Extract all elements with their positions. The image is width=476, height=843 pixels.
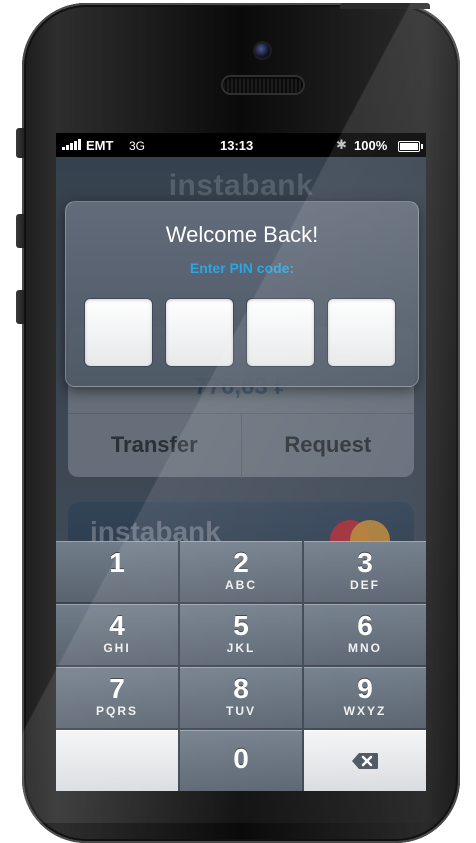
key-5[interactable]: 5 JKL (180, 604, 302, 665)
key-8[interactable]: 8 TUV (180, 667, 302, 728)
key-9[interactable]: 9 WXYZ (304, 667, 426, 728)
bluetooth-icon: ✱ (336, 137, 347, 152)
signal-strength-icon (62, 139, 81, 150)
power-button (340, 3, 430, 9)
network-type: 3G (129, 139, 146, 153)
battery-icon (398, 141, 423, 152)
key-4[interactable]: 4 GHI (56, 604, 178, 665)
pin-digit-1[interactable] (85, 299, 152, 366)
delete-key[interactable] (304, 730, 426, 791)
key-6[interactable]: 6 MNO (304, 604, 426, 665)
key-blank (56, 730, 178, 791)
key-3[interactable]: 3 DEF (304, 541, 426, 602)
mute-switch (16, 128, 24, 158)
pin-prompt: Enter PIN code: (189, 260, 295, 276)
dialog-title: Welcome Back! (165, 222, 319, 247)
clock: 13:13 (220, 138, 254, 153)
status-bar: EMT 3G 13:13 ✱ 100% (56, 133, 426, 157)
key-2[interactable]: 2 ABC (180, 541, 302, 602)
pin-dialog: Welcome Back! Enter PIN code: (65, 201, 419, 387)
numeric-keypad: 1 2 ABC 3 DEF 4 GHI 5 JKL 6 MNO 7 PQRS 8 TUV 9W… (56, 541, 426, 791)
battery-percent: 100% (354, 138, 388, 153)
backspace-icon (352, 753, 378, 769)
front-camera (255, 43, 270, 58)
earpiece-speaker (223, 77, 303, 93)
pin-digit-2[interactable] (166, 299, 233, 366)
key-0[interactable]: 0 (180, 730, 302, 791)
phone-screen: EMT 3G 13:13 ✱ 100% instabank 776,63 ₣ T… (56, 133, 426, 791)
pin-digit-3[interactable] (247, 299, 314, 366)
pin-digit-4[interactable] (328, 299, 395, 366)
key-1[interactable]: 1 (56, 541, 178, 602)
carrier-name: EMT (86, 138, 114, 153)
volume-down-button (16, 290, 24, 324)
key-7[interactable]: 7 PQRS (56, 667, 178, 728)
volume-up-button (16, 214, 24, 248)
